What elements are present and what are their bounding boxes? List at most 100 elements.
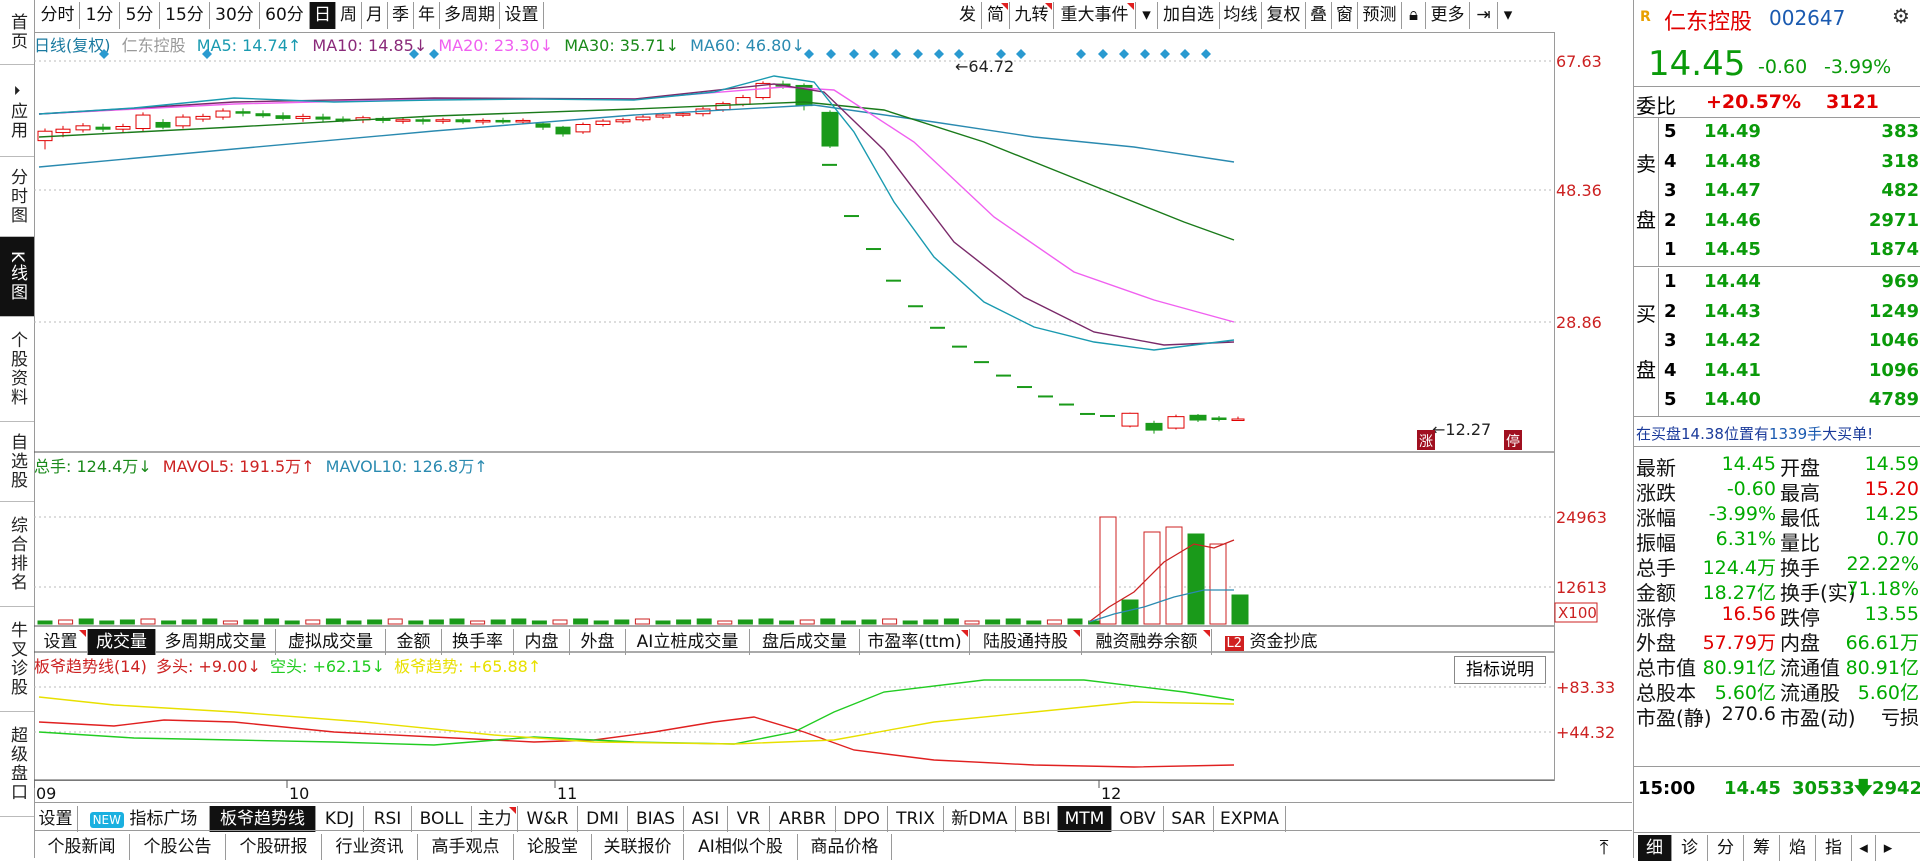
ind-tab-dpo[interactable]: DPO bbox=[836, 806, 888, 832]
btn-jian[interactable]: 简 bbox=[982, 2, 1010, 29]
ind-tab-kdj[interactable]: KDJ bbox=[316, 806, 364, 832]
ind-tab-zhuli[interactable]: 主力 bbox=[472, 806, 518, 832]
sub-tab-volume[interactable]: 成交量 bbox=[88, 629, 156, 655]
ind-tab-vr[interactable]: VR bbox=[728, 806, 770, 832]
qtab-detail[interactable]: 细 bbox=[1638, 835, 1672, 861]
ind-tab-banye[interactable]: 板爷趋势线 bbox=[210, 806, 316, 832]
sub-tab-ai-volume[interactable]: AI立桩成交量 bbox=[626, 629, 750, 655]
sub-tab-turnover[interactable]: 换手率 bbox=[442, 629, 514, 655]
event-diamond-icon[interactable] bbox=[1098, 49, 1108, 59]
sub-tab-fund-bottom[interactable]: L2 资金抄底 bbox=[1212, 629, 1330, 655]
chevron-down-icon[interactable]: ▾ bbox=[1136, 2, 1158, 29]
ind-tab-mtm[interactable]: MTM bbox=[1058, 806, 1112, 832]
ind-tab-wr[interactable]: W&R bbox=[518, 806, 578, 832]
news-tab-ai-similar[interactable]: AI相似个股 bbox=[684, 834, 798, 860]
tab-season[interactable]: 季 bbox=[388, 2, 414, 29]
event-diamond-icon[interactable] bbox=[1160, 49, 1170, 59]
btn-adjust[interactable]: 复权 bbox=[1262, 2, 1306, 29]
btn-add-watchlist[interactable]: 加自选 bbox=[1158, 2, 1220, 29]
tab-day[interactable]: 日 bbox=[310, 2, 336, 29]
ind-tab-obv[interactable]: OBV bbox=[1112, 806, 1164, 832]
sub-tab-inner[interactable]: 内盘 bbox=[514, 629, 570, 655]
btn-ma[interactable]: 均线 bbox=[1220, 2, 1262, 29]
news-tab-research[interactable]: 个股研报 bbox=[226, 834, 322, 860]
event-diamond-icon[interactable] bbox=[913, 49, 923, 59]
event-diamond-icon[interactable] bbox=[804, 49, 814, 59]
btn-fa[interactable]: 发 bbox=[954, 2, 982, 29]
order-book-row[interactable]: 5 14.40 4789 bbox=[1634, 386, 1920, 416]
ind-tab-arbr[interactable]: ARBR bbox=[770, 806, 836, 832]
nav-home[interactable]: 首页 bbox=[0, 0, 34, 65]
nav-kline[interactable]: K线图 bbox=[0, 237, 34, 317]
ind-tab-asi[interactable]: ASI bbox=[684, 806, 728, 832]
ind-tab-rsi[interactable]: RSI bbox=[364, 806, 412, 832]
sub-tab-outer[interactable]: 外盘 bbox=[570, 629, 626, 655]
tab-year[interactable]: 年 bbox=[414, 2, 440, 29]
news-tab-commodity[interactable]: 商品价格 bbox=[798, 834, 892, 860]
ind-tab-sar[interactable]: SAR bbox=[1164, 806, 1214, 832]
sub-tab-margin[interactable]: 融资融券余额 bbox=[1082, 629, 1212, 655]
event-diamond-icon[interactable] bbox=[934, 49, 944, 59]
news-tab-stock-news[interactable]: 个股新闻 bbox=[34, 834, 130, 860]
news-tab-announcements[interactable]: 个股公告 bbox=[130, 834, 226, 860]
ind-tab-boll[interactable]: BOLL bbox=[412, 806, 472, 832]
gear-icon[interactable]: ⚙ bbox=[1892, 4, 1910, 28]
tab-settings[interactable]: 设置 bbox=[500, 2, 544, 29]
nav-watchlist[interactable]: 自选股 bbox=[0, 422, 34, 502]
nav-ranking[interactable]: 综合排名 bbox=[0, 502, 34, 607]
event-diamond-icon[interactable] bbox=[869, 49, 879, 59]
lock-icon[interactable]: 🔒︎ bbox=[1402, 2, 1426, 29]
order-book-row[interactable]: 4 14.48 318 bbox=[1634, 148, 1920, 178]
sub-tab-hk-connect[interactable]: 陆股通持股 bbox=[970, 629, 1082, 655]
order-book-row[interactable]: 2 14.46 2971 bbox=[1634, 207, 1920, 237]
btn-jiuzhuan[interactable]: 九转 bbox=[1010, 2, 1054, 29]
event-diamond-icon[interactable] bbox=[849, 49, 859, 59]
tab-30min[interactable]: 30分 bbox=[210, 2, 260, 29]
event-diamond-icon[interactable] bbox=[1180, 49, 1190, 59]
news-tab-forum[interactable]: 论股堂 bbox=[514, 834, 592, 860]
ind-tab-square[interactable]: NEW 指标广场 bbox=[78, 806, 210, 832]
btn-more[interactable]: 更多 bbox=[1426, 2, 1470, 29]
chevron-right-icon[interactable]: ▸ bbox=[1876, 835, 1900, 861]
order-book-row[interactable]: 2 14.43 1249 bbox=[1634, 298, 1920, 328]
sub-tab-multi-volume[interactable]: 多周期成交量 bbox=[156, 629, 276, 655]
collapse-up-icon[interactable]: ⤒ bbox=[1584, 834, 1624, 860]
event-diamond-icon[interactable] bbox=[891, 49, 901, 59]
qtab-fenjia[interactable]: 分 bbox=[1708, 835, 1744, 861]
ind-tab-expma[interactable]: EXPMA bbox=[1214, 806, 1286, 832]
order-book-row[interactable]: 4 14.41 1096 bbox=[1634, 357, 1920, 387]
sub-tab-virtual-volume[interactable]: 虚拟成交量 bbox=[276, 629, 386, 655]
sub-tab-settings[interactable]: 设置 bbox=[34, 629, 88, 655]
indicator-help-button[interactable]: 指标说明 bbox=[1454, 656, 1546, 684]
nav-diagnosis[interactable]: 牛叉诊股 bbox=[0, 607, 34, 712]
qtab-chips[interactable]: 筹 bbox=[1744, 835, 1780, 861]
event-diamond-icon[interactable] bbox=[1016, 49, 1026, 59]
order-book-row[interactable]: 1 14.44 969 bbox=[1634, 268, 1920, 298]
ind-tab-bias[interactable]: BIAS bbox=[628, 806, 684, 832]
tab-5min[interactable]: 5分 bbox=[120, 2, 160, 29]
order-book-row[interactable]: 3 14.42 1046 bbox=[1634, 327, 1920, 357]
btn-major-events[interactable]: 重大事件 bbox=[1054, 2, 1136, 29]
nav-super-pankou[interactable]: 超级盘口 bbox=[0, 712, 34, 817]
chevron-down-icon[interactable]: ▾ bbox=[1498, 2, 1518, 29]
ind-tab-dmi[interactable]: DMI bbox=[578, 806, 628, 832]
event-diamond-icon[interactable] bbox=[1119, 49, 1129, 59]
panel-toggle-icon[interactable]: ⇥ bbox=[1470, 2, 1498, 29]
big-order-notice[interactable]: 在买盘14.38位置有1339手大买单! bbox=[1636, 423, 1873, 444]
ind-tab-newdma[interactable]: 新DMA bbox=[944, 806, 1016, 832]
news-tab-industry[interactable]: 行业资讯 bbox=[322, 834, 418, 860]
btn-window[interactable]: 窗 bbox=[1332, 2, 1358, 29]
ind-tab-bbi[interactable]: BBI bbox=[1016, 806, 1058, 832]
tab-60min[interactable]: 60分 bbox=[260, 2, 310, 29]
sub-tab-pe-ttm[interactable]: 市盈率(ttm) bbox=[860, 629, 970, 655]
event-diamond-icon[interactable] bbox=[1201, 49, 1211, 59]
sub-tab-amount[interactable]: 金额 bbox=[386, 629, 442, 655]
tab-week[interactable]: 周 bbox=[336, 2, 362, 29]
event-diamond-icon[interactable] bbox=[1076, 49, 1086, 59]
order-book-row[interactable]: 3 14.47 482 bbox=[1634, 177, 1920, 207]
news-tab-expert-views[interactable]: 高手观点 bbox=[418, 834, 514, 860]
ind-tab-trix[interactable]: TRIX bbox=[888, 806, 944, 832]
nav-profile[interactable]: 个股资料 bbox=[0, 317, 34, 422]
nav-timeshare[interactable]: 分时图 bbox=[0, 157, 34, 237]
qtab-index[interactable]: 指 bbox=[1816, 835, 1852, 861]
